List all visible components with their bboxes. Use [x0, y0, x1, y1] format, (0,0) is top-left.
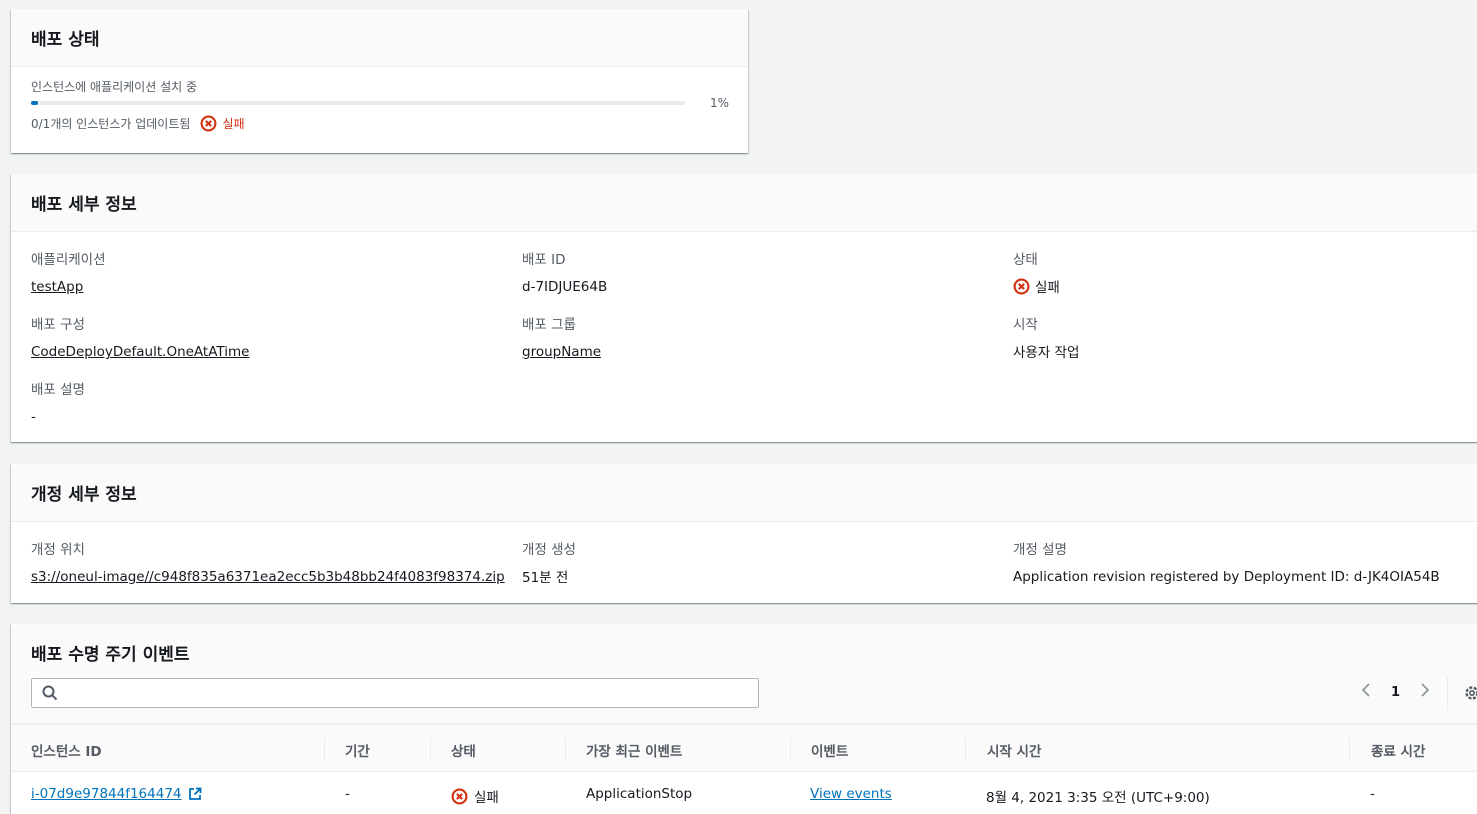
progress-bar-fill [31, 101, 38, 105]
view-events-link[interactable]: View events [810, 786, 892, 802]
state-value: 실패 [1035, 280, 1060, 296]
end-time-cell: - [1370, 786, 1375, 802]
lifecycle-events-title: 배포 수명 주기 이벤트 [31, 645, 190, 665]
column-header-start-time[interactable]: 시작 시간 [987, 740, 1041, 760]
error-circle-icon [451, 788, 468, 804]
events-search-input[interactable] [66, 685, 758, 701]
state-field: 상태 실패 [1013, 248, 1060, 299]
duration-cell: - [345, 786, 350, 802]
instance-id-cell: i-07d9e97844f164474 [31, 786, 202, 802]
progress-label: 인스턴스에 애플리케이션 설치 중 [31, 80, 198, 94]
start-value: 사용자 작업 [1013, 345, 1080, 361]
deployment-id-label: 배포 ID [522, 252, 566, 268]
column-header-latest-event[interactable]: 가장 최근 이벤트 [586, 740, 682, 760]
progress-percent: 1% [710, 96, 730, 110]
deployment-status-header: 배포 상태 [11, 9, 748, 67]
revision-created-value: 51분 전 [522, 570, 569, 586]
pagination: 1 [1361, 682, 1430, 702]
state-failed-badge: 실패 [1013, 276, 1060, 296]
column-divider[interactable] [430, 737, 431, 761]
revision-description-value: Application revision registered by Deplo… [1013, 569, 1440, 585]
deployment-group-field: 배포 그룹 groupName [522, 313, 601, 360]
deployment-config-field: 배포 구성 CodeDeployDefault.OneAtATime [31, 313, 249, 360]
current-page-number[interactable]: 1 [1391, 685, 1400, 700]
revision-details-title: 개정 세부 정보 [31, 485, 137, 505]
revision-created-label: 개정 생성 [522, 542, 576, 558]
deployment-description-label: 배포 설명 [31, 382, 85, 398]
revision-details-header: 개정 세부 정보 [11, 464, 1477, 522]
deployment-details-title: 배포 세부 정보 [31, 195, 137, 215]
deployment-config-link[interactable]: CodeDeployDefault.OneAtATime [31, 344, 249, 360]
events-search-box[interactable] [31, 678, 759, 708]
column-divider[interactable] [790, 737, 791, 761]
column-header-instance-id[interactable]: 인스턴스 ID [31, 740, 102, 760]
gear-icon[interactable] [1463, 684, 1477, 702]
status-cell-label: 실패 [474, 790, 499, 806]
deployment-description-value: - [31, 409, 36, 425]
progress-bar [31, 101, 685, 105]
column-header-status[interactable]: 상태 [451, 740, 476, 760]
deployment-details-header: 배포 세부 정보 [11, 174, 1477, 232]
revision-location-field: 개정 위치 s3://oneul-image//c948f835a6371ea2… [31, 538, 505, 585]
instances-updated-text: 0/1개의 인스턴스가 업데이트됨 [31, 117, 191, 131]
revision-location-link[interactable]: s3://oneul-image//c948f835a6371ea2ecc5b3… [31, 569, 505, 585]
table-row: i-07d9e97844f164474 - 실패 ApplicationStop… [11, 772, 1477, 814]
deployment-id-field: 배포 ID d-7IDJUE64B [522, 248, 607, 295]
start-label: 시작 [1013, 317, 1038, 333]
pager-divider [1447, 676, 1448, 710]
revision-description-field: 개정 설명 Application revision registered by… [1013, 538, 1440, 585]
column-divider[interactable] [965, 737, 966, 761]
lifecycle-events-header: 배포 수명 주기 이벤트 [11, 624, 1477, 724]
previous-page-button[interactable] [1361, 682, 1371, 702]
error-circle-icon [1013, 278, 1030, 294]
status-cell: 실패 [451, 786, 499, 806]
progress-description: 0/1개의 인스턴스가 업데이트됨 실패 [31, 115, 245, 132]
state-label: 상태 [1013, 252, 1038, 268]
status-failed-badge: 실패 [200, 115, 245, 132]
deployment-status-panel: 배포 상태 인스턴스에 애플리케이션 설치 중 1% 0/1개의 인스턴스가 업… [11, 9, 748, 153]
deployment-description-field: 배포 설명 - [31, 378, 85, 425]
view-events-cell: View events [810, 786, 892, 802]
application-link[interactable]: testApp [31, 279, 83, 295]
deployment-details-panel: 배포 세부 정보 애플리케이션 testApp 배포 ID d-7IDJUE64… [11, 174, 1477, 442]
column-header-events[interactable]: 이벤트 [811, 740, 848, 760]
latest-event-cell: ApplicationStop [586, 786, 693, 802]
deployment-status-title: 배포 상태 [31, 30, 100, 50]
column-header-end-time[interactable]: 종료 시간 [1371, 740, 1425, 760]
deployment-group-label: 배포 그룹 [522, 317, 576, 333]
column-header-duration[interactable]: 기간 [345, 740, 370, 760]
deployment-group-link[interactable]: groupName [522, 344, 601, 360]
application-field: 애플리케이션 testApp [31, 248, 106, 295]
deployment-config-label: 배포 구성 [31, 317, 85, 333]
chevron-right-icon [1421, 683, 1430, 697]
revision-location-label: 개정 위치 [31, 542, 85, 558]
error-circle-icon [200, 115, 217, 132]
column-divider[interactable] [1349, 737, 1350, 761]
revision-created-field: 개정 생성 51분 전 [522, 538, 576, 586]
lifecycle-events-panel: 배포 수명 주기 이벤트 1 인스턴스 ID 기간 상태 가장 최근 이벤트 이… [11, 624, 1477, 814]
start-field: 시작 사용자 작업 [1013, 313, 1079, 361]
column-divider[interactable] [324, 737, 325, 761]
next-page-button[interactable] [1420, 682, 1430, 702]
revision-description-label: 개정 설명 [1013, 542, 1067, 558]
external-link-icon[interactable] [188, 787, 202, 801]
application-label: 애플리케이션 [31, 252, 106, 268]
events-table-header: 인스턴스 ID 기간 상태 가장 최근 이벤트 이벤트 시작 시간 종료 시간 [11, 724, 1477, 772]
revision-details-panel: 개정 세부 정보 개정 위치 s3://oneul-image//c948f83… [11, 464, 1477, 603]
column-divider[interactable] [565, 737, 566, 761]
chevron-left-icon [1361, 683, 1370, 697]
start-time-cell: 8월 4, 2021 3:35 오전 (UTC+9:00) [986, 790, 1210, 806]
instance-id-link[interactable]: i-07d9e97844f164474 [31, 786, 182, 802]
deployment-id-value: d-7IDJUE64B [522, 279, 608, 295]
status-failed-label: 실패 [222, 117, 245, 131]
search-icon [42, 685, 58, 701]
